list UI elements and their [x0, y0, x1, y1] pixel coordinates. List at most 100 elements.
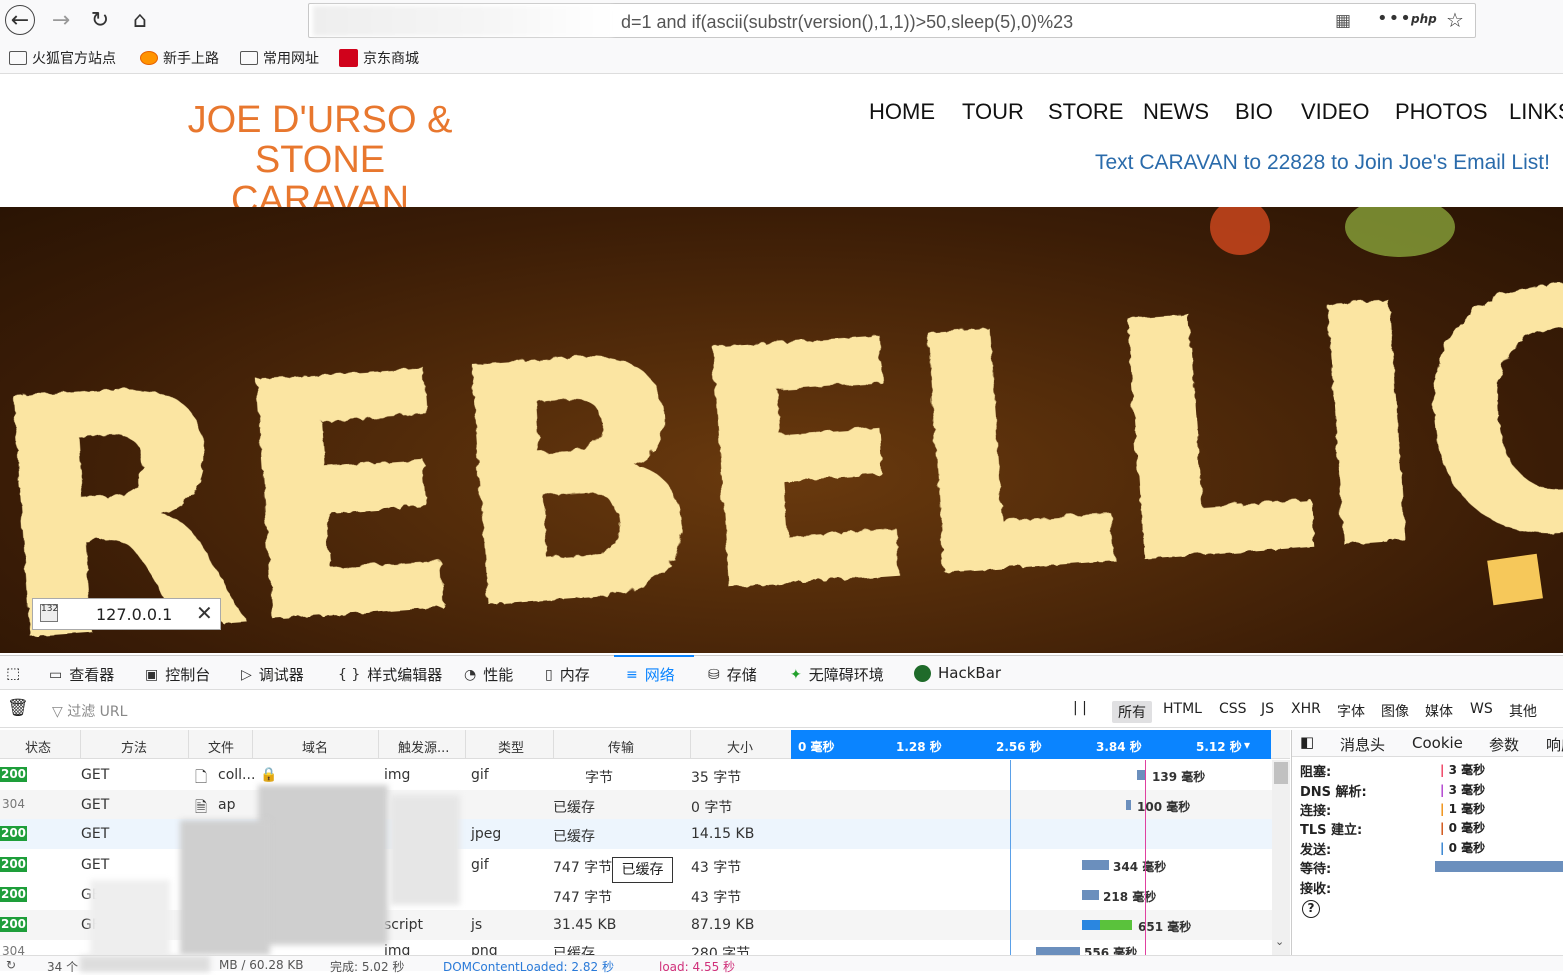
tab-storage[interactable]: ⛁ 存储: [708, 664, 757, 685]
timing-label: 556 毫秒: [1084, 946, 1138, 955]
home-icon[interactable]: ⌂: [125, 5, 155, 35]
table-row[interactable]: 304 GET 🗎 ap 已缓存 0 字节 100 毫秒: [0, 790, 1272, 820]
url-bar[interactable]: d=1 and if(ascii(substr(version(),1,1))>…: [308, 3, 1476, 38]
timing-send-value: | 0 毫秒: [1440, 841, 1486, 855]
finish-time: 完成: 5.02 秒: [330, 960, 405, 974]
transferred-cell: 已缓存: [553, 800, 595, 816]
filter-url-input[interactable]: ▽ 过滤 URL: [52, 701, 127, 721]
scrollbar-thumb[interactable]: [1274, 762, 1288, 784]
hero-text: REBELLION: [0, 207, 1563, 653]
tab-response[interactable]: 响应: [1546, 734, 1563, 755]
back-arrow-icon[interactable]: ←: [5, 5, 35, 35]
col-file[interactable]: 文件: [208, 737, 234, 756]
jd-logo-icon: [339, 49, 358, 67]
php-extension-icon[interactable]: php: [1411, 12, 1437, 26]
tab-memory[interactable]: ▯ 内存: [545, 664, 590, 685]
toggle-panel-icon[interactable]: ◧: [1300, 733, 1314, 751]
more-actions-icon[interactable]: •••: [1377, 8, 1412, 29]
timing-label: 139 毫秒: [1152, 770, 1206, 784]
network-filter-bar: 🗑 ▽ 过滤 URL | | 所有 HTML CSS JS XHR 字体 图像 …: [0, 690, 1563, 728]
hero-graffiti: REBELLION: [0, 207, 1563, 653]
timing-bar: [1082, 860, 1109, 870]
refresh-icon[interactable]: ↻: [6, 958, 16, 972]
bookmark-star-icon[interactable]: ☆: [1446, 8, 1464, 32]
tab-console[interactable]: ▣ 控制台: [145, 664, 210, 685]
folder-icon: [9, 51, 27, 65]
tab-performance[interactable]: ◔ 性能: [464, 664, 513, 685]
timing-marker: |: [1440, 821, 1445, 835]
reload-icon[interactable]: ↻: [85, 5, 115, 35]
tab-network[interactable]: ≡ 网络: [626, 664, 675, 685]
close-icon[interactable]: ✕: [196, 601, 213, 625]
qr-code-icon[interactable]: ▦: [1335, 11, 1351, 31]
col-cause[interactable]: 触发源...: [398, 737, 449, 756]
chevron-down-icon[interactable]: ⌄: [1275, 935, 1284, 948]
transferred-cell: 747 字节: [553, 890, 613, 906]
filter-xhr[interactable]: XHR: [1291, 701, 1321, 717]
console-icon: ▣: [145, 666, 159, 683]
nav-tour[interactable]: TOUR: [962, 99, 1024, 125]
tab-hackbar[interactable]: HackBar: [914, 664, 1001, 682]
transferred-cell: 已缓存: [553, 829, 595, 845]
filter-css[interactable]: CSS: [1219, 701, 1247, 717]
load-time: load: 4.55 秒: [659, 960, 736, 974]
size-cell: 43 字节: [691, 890, 742, 906]
filter-other[interactable]: 其他: [1509, 701, 1537, 721]
timing-bar-receive: [1100, 920, 1132, 930]
help-icon[interactable]: ?: [1302, 900, 1320, 918]
tab-cookies[interactable]: Cookie: [1412, 734, 1463, 752]
tab-inspector[interactable]: ▭ 查看器: [49, 664, 114, 685]
col-domain[interactable]: 域名: [302, 737, 328, 756]
filter-js[interactable]: JS: [1261, 701, 1274, 717]
tab-debugger[interactable]: ▷ 调试器: [241, 664, 304, 685]
filter-fonts[interactable]: 字体: [1337, 701, 1365, 721]
bookmark-getting-started[interactable]: 新手上路: [140, 48, 219, 68]
pause-button[interactable]: | |: [1073, 700, 1087, 716]
network-summary-bar: ↻ 34 个 MB / 60.28 KB 完成: 5.02 秒 DOMConte…: [0, 955, 1563, 974]
sort-desc-icon[interactable]: ▾: [1244, 738, 1250, 752]
table-row[interactable]: 200 GET 🗋 coll... 🔒 img gif 字节 35 字节 139…: [0, 760, 1272, 790]
inspector-icon: ▭: [49, 666, 63, 683]
bookmark-firefox-official[interactable]: 火狐官方站点: [9, 48, 116, 68]
devtools-tabbar: ⬚ ▭ 查看器 ▣ 控制台 ▷ 调试器 { } 样式编辑器 ◔ 性能 ▯ 内存 ≡ 网络 ⛁ 存…: [0, 655, 1563, 690]
col-status[interactable]: 状态: [25, 737, 51, 756]
col-type[interactable]: 类型: [498, 737, 524, 756]
firefox-icon: [140, 51, 158, 65]
method-cell: GET: [81, 826, 110, 842]
redaction-blur: [390, 795, 460, 905]
tab-headers[interactable]: 消息头: [1340, 734, 1385, 755]
file-cell: ap: [218, 797, 236, 813]
tab-style-editor[interactable]: { } 样式编辑器: [338, 664, 442, 685]
tab-params[interactable]: 参数: [1489, 734, 1519, 755]
redaction-blur: [80, 956, 210, 972]
element-picker-icon[interactable]: ⬚: [6, 664, 20, 682]
nav-home[interactable]: HOME: [869, 99, 935, 125]
selected-tab-indicator: [614, 655, 694, 657]
nav-photos[interactable]: PHOTOS: [1395, 99, 1488, 125]
site-title[interactable]: JOE D'URSO & STONE CARAVAN: [120, 100, 520, 220]
file-icon: 🗋: [195, 768, 208, 786]
bookmark-jd-mall[interactable]: 京东商城: [339, 48, 419, 68]
forward-arrow-icon[interactable]: →: [46, 5, 76, 35]
col-method[interactable]: 方法: [121, 737, 147, 756]
trash-icon[interactable]: 🗑: [7, 698, 29, 718]
waterfall-header[interactable]: 0 毫秒 1.28 秒 2.56 秒 3.84 秒 5.12 秒 ▾: [791, 730, 1271, 759]
nav-news[interactable]: NEWS: [1143, 99, 1209, 125]
request-list-scrollbar[interactable]: ⌄: [1272, 760, 1290, 955]
nav-links[interactable]: LINKS: [1509, 99, 1563, 125]
nav-bio[interactable]: BIO: [1235, 99, 1273, 125]
debugger-icon: ▷: [241, 666, 252, 683]
bookmark-common-sites[interactable]: 常用网址: [240, 48, 319, 68]
filter-ws[interactable]: WS: [1470, 701, 1493, 717]
col-size[interactable]: 大小: [727, 737, 753, 756]
filter-all[interactable]: 所有: [1112, 701, 1152, 723]
filter-html[interactable]: HTML: [1163, 701, 1202, 717]
type-cell: gif: [471, 857, 489, 873]
nav-store[interactable]: STORE: [1048, 99, 1123, 125]
col-transferred[interactable]: 传输: [608, 737, 634, 756]
tab-accessibility[interactable]: ✦ 无障碍环境: [790, 664, 884, 685]
filter-media[interactable]: 媒体: [1425, 701, 1453, 721]
nav-video[interactable]: VIDEO: [1301, 99, 1369, 125]
email-list-cta[interactable]: Text CARAVAN to 22828 to Join Joe's Emai…: [1095, 151, 1550, 175]
filter-images[interactable]: 图像: [1381, 701, 1409, 721]
